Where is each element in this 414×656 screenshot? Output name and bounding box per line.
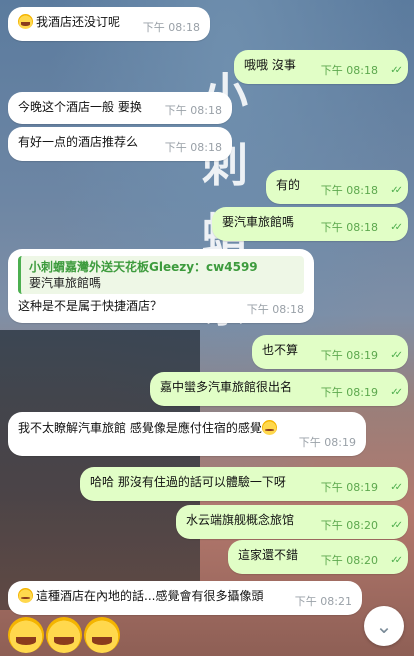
message-outgoing[interactable]: 有的 下午 08:18 ✓✓ bbox=[266, 170, 408, 204]
read-check-icon: ✓✓ bbox=[390, 222, 403, 233]
quoted-sender-name: 小刺蝟嘉灣外送天花板Gleezy：cw4599 bbox=[29, 260, 258, 274]
message-time: 下午 08:21 bbox=[294, 595, 352, 608]
read-check-icon: ✓✓ bbox=[390, 350, 403, 361]
read-check-icon: ✓✓ bbox=[390, 482, 403, 493]
grimacing-emoji-icon bbox=[18, 588, 33, 603]
message-incoming[interactable]: 有好一点的酒店推荐么 下午 08:18 bbox=[8, 127, 232, 161]
laughing-emoji-icon bbox=[18, 14, 33, 29]
message-time: 下午 08:18 bbox=[164, 104, 222, 117]
chevron-down-icon: ⌄ bbox=[375, 614, 393, 638]
read-check-icon: ✓✓ bbox=[390, 185, 403, 196]
message-time: 下午 08:18 bbox=[142, 21, 200, 34]
read-check-icon: ✓✓ bbox=[390, 387, 403, 398]
laughing-emoji-icon bbox=[8, 617, 44, 653]
scroll-to-bottom-button[interactable]: ⌄ bbox=[364, 606, 404, 646]
message-time: 下午 08:19 bbox=[320, 386, 378, 399]
message-incoming-emoji[interactable] bbox=[8, 617, 128, 655]
message-time: 下午 08:18 bbox=[164, 141, 222, 154]
read-check-icon: ✓✓ bbox=[390, 520, 403, 531]
laughing-emoji-icon bbox=[46, 617, 82, 653]
message-time: 下午 08:18 bbox=[320, 221, 378, 234]
message-time: 下午 08:20 bbox=[320, 519, 378, 532]
message-time: 下午 08:18 bbox=[320, 64, 378, 77]
message-time: 下午 08:19 bbox=[298, 436, 356, 449]
read-check-icon: ✓✓ bbox=[390, 555, 403, 566]
quoted-text: 要汽車旅館嗎 bbox=[29, 276, 102, 290]
message-time: 下午 08:18 bbox=[246, 303, 304, 316]
message-incoming[interactable]: 今晚这个酒店一般 要换 下午 08:18 bbox=[8, 92, 232, 124]
message-outgoing[interactable]: 要汽車旅館嗎 下午 08:18 ✓✓ bbox=[212, 207, 408, 241]
grimacing-emoji-icon bbox=[261, 420, 277, 435]
message-outgoing[interactable]: 水云端旗舰概念旅馆 下午 08:20 ✓✓ bbox=[176, 505, 408, 539]
message-incoming[interactable]: 這種酒店在內地的話...感覺會有很多攝像頭 下午 08:21 bbox=[8, 581, 362, 615]
message-incoming[interactable]: 我不太瞭解汽車旅館 感覺像是應付住宿的感覺 下午 08:19 bbox=[8, 412, 366, 456]
quoted-message[interactable]: 小刺蝟嘉灣外送天花板Gleezy：cw4599 要汽車旅館嗎 bbox=[18, 256, 304, 294]
message-time: 下午 08:19 bbox=[320, 349, 378, 362]
message-outgoing[interactable]: 哈哈 那沒有住過的話可以體驗一下呀 下午 08:19 ✓✓ bbox=[80, 467, 408, 501]
read-check-icon: ✓✓ bbox=[390, 65, 403, 76]
message-outgoing[interactable]: 哦哦 沒事 下午 08:18 ✓✓ bbox=[234, 50, 408, 84]
message-outgoing[interactable]: 嘉中蠻多汽車旅館很出名 下午 08:19 ✓✓ bbox=[150, 372, 408, 406]
message-outgoing[interactable]: 這家還不錯 下午 08:20 ✓✓ bbox=[228, 540, 408, 574]
message-time: 下午 08:18 bbox=[320, 184, 378, 197]
message-incoming[interactable]: 我酒店还没订呢 下午 08:18 bbox=[8, 7, 210, 41]
message-time: 下午 08:19 bbox=[320, 481, 378, 494]
message-incoming-reply[interactable]: 小刺蝟嘉灣外送天花板Gleezy：cw4599 要汽車旅館嗎 这种是不是属于快捷… bbox=[8, 249, 314, 323]
message-outgoing[interactable]: 也不算 下午 08:19 ✓✓ bbox=[252, 335, 408, 369]
message-time: 下午 08:20 bbox=[320, 554, 378, 567]
laughing-emoji-icon bbox=[84, 617, 120, 653]
